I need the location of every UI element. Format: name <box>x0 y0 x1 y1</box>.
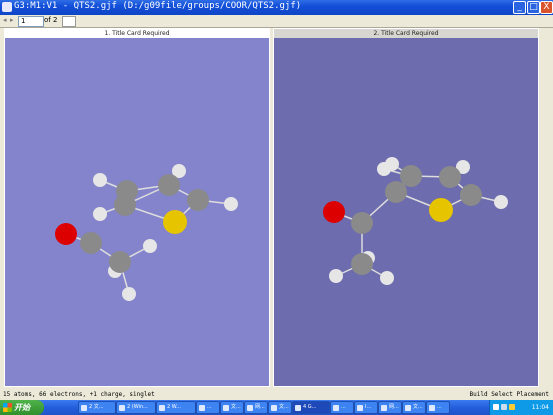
taskbar-item[interactable]: 2 文... <box>78 401 116 414</box>
layout-dropdown-icon[interactable] <box>62 16 76 27</box>
oxygen-atom[interactable] <box>323 201 345 223</box>
taskbar-item[interactable]: 网... <box>378 401 402 414</box>
carbon-atom[interactable] <box>351 212 373 234</box>
minimize-button[interactable]: _ <box>513 1 526 14</box>
hydrogen-atom[interactable] <box>380 271 394 285</box>
view-caption: 1. Title Card Required <box>5 29 269 38</box>
toolbar: ◂ ▸ 1 of 2 <box>0 15 553 28</box>
carbon-atom[interactable] <box>460 184 482 206</box>
molecule-view-1[interactable]: 1. Title Card Required <box>4 28 270 387</box>
hydrogen-atom[interactable] <box>494 195 508 209</box>
taskbar-item[interactable]: 2 (Win... <box>116 401 156 414</box>
clock[interactable]: 11:04 <box>532 400 549 415</box>
molecule-canvas[interactable] <box>5 38 269 386</box>
page-number-input[interactable]: 1 <box>18 16 44 27</box>
taskbar-item[interactable]: ... <box>330 401 354 414</box>
hydrogen-atom[interactable] <box>143 239 157 253</box>
title-bar[interactable]: G3:M1:V1 - QTS2.gjf (D:/g09file/groups/C… <box>0 0 553 15</box>
sulfur-atom[interactable] <box>163 210 187 234</box>
oxygen-atom[interactable] <box>55 223 77 245</box>
tray-icon[interactable] <box>509 404 515 410</box>
window-title: G3:M1:V1 - QTS2.gjf (D:/g09file/groups/C… <box>14 1 302 11</box>
view-caption: 2. Title Card Required <box>274 29 538 38</box>
status-text: 15 atoms, 66 electrons, +1 charge, singl… <box>3 391 155 398</box>
taskbar-item[interactable]: 2 W... <box>156 401 196 414</box>
start-button[interactable]: 开始 <box>0 400 44 415</box>
taskbar-item[interactable]: 文... <box>402 401 426 414</box>
status-bar: 15 atoms, 66 electrons, +1 charge, singl… <box>0 389 553 400</box>
maximize-button[interactable]: □ <box>527 1 540 14</box>
tray-icon[interactable] <box>493 404 499 410</box>
app-icon <box>2 2 12 12</box>
taskbar-item[interactable]: ... <box>196 401 220 414</box>
status-mode: Build Select Placement <box>469 391 549 398</box>
app-window: G3:M1:V1 - QTS2.gjf (D:/g09file/groups/C… <box>0 0 553 400</box>
carbon-atom[interactable] <box>114 194 136 216</box>
hydrogen-atom[interactable] <box>224 197 238 211</box>
hydrogen-atom[interactable] <box>93 173 107 187</box>
taskbar-item-active[interactable]: 4 G... <box>292 401 330 414</box>
taskbar-item[interactable]: 网... <box>244 401 268 414</box>
carbon-atom[interactable] <box>439 166 461 188</box>
canvas-background <box>274 38 538 386</box>
carbon-atom[interactable] <box>158 174 180 196</box>
hydrogen-atom[interactable] <box>329 269 343 283</box>
tray-icon[interactable] <box>501 404 507 410</box>
molecule-canvas[interactable] <box>274 38 538 386</box>
carbon-atom[interactable] <box>109 251 131 273</box>
system-tray: 11:04 <box>489 400 553 415</box>
carbon-atom[interactable] <box>80 232 102 254</box>
page-count-label: of 2 <box>44 16 58 24</box>
taskbar: 开始 2 文... 2 (Win... 2 W... ... 文... 网...… <box>0 400 553 415</box>
taskbar-item[interactable]: ... <box>426 401 450 414</box>
carbon-atom[interactable] <box>385 181 407 203</box>
windows-logo-icon <box>3 403 12 412</box>
hydrogen-atom[interactable] <box>122 287 136 301</box>
hydrogen-atom[interactable] <box>377 162 391 176</box>
taskbar-item[interactable]: 文... <box>220 401 244 414</box>
carbon-atom[interactable] <box>400 165 422 187</box>
taskbar-item[interactable]: 文... <box>268 401 292 414</box>
nav-back-icon[interactable]: ◂ <box>3 16 7 25</box>
canvas-background <box>5 38 269 386</box>
molecule-view-2[interactable]: 2. Title Card Required <box>273 28 539 387</box>
close-button[interactable]: X <box>540 1 553 14</box>
taskbar-item[interactable]: I... <box>354 401 378 414</box>
sulfur-atom[interactable] <box>429 198 453 222</box>
nav-forward-icon[interactable]: ▸ <box>10 16 14 25</box>
start-label: 开始 <box>14 403 30 412</box>
carbon-atom[interactable] <box>351 253 373 275</box>
carbon-atom[interactable] <box>187 189 209 211</box>
hydrogen-atom[interactable] <box>93 207 107 221</box>
